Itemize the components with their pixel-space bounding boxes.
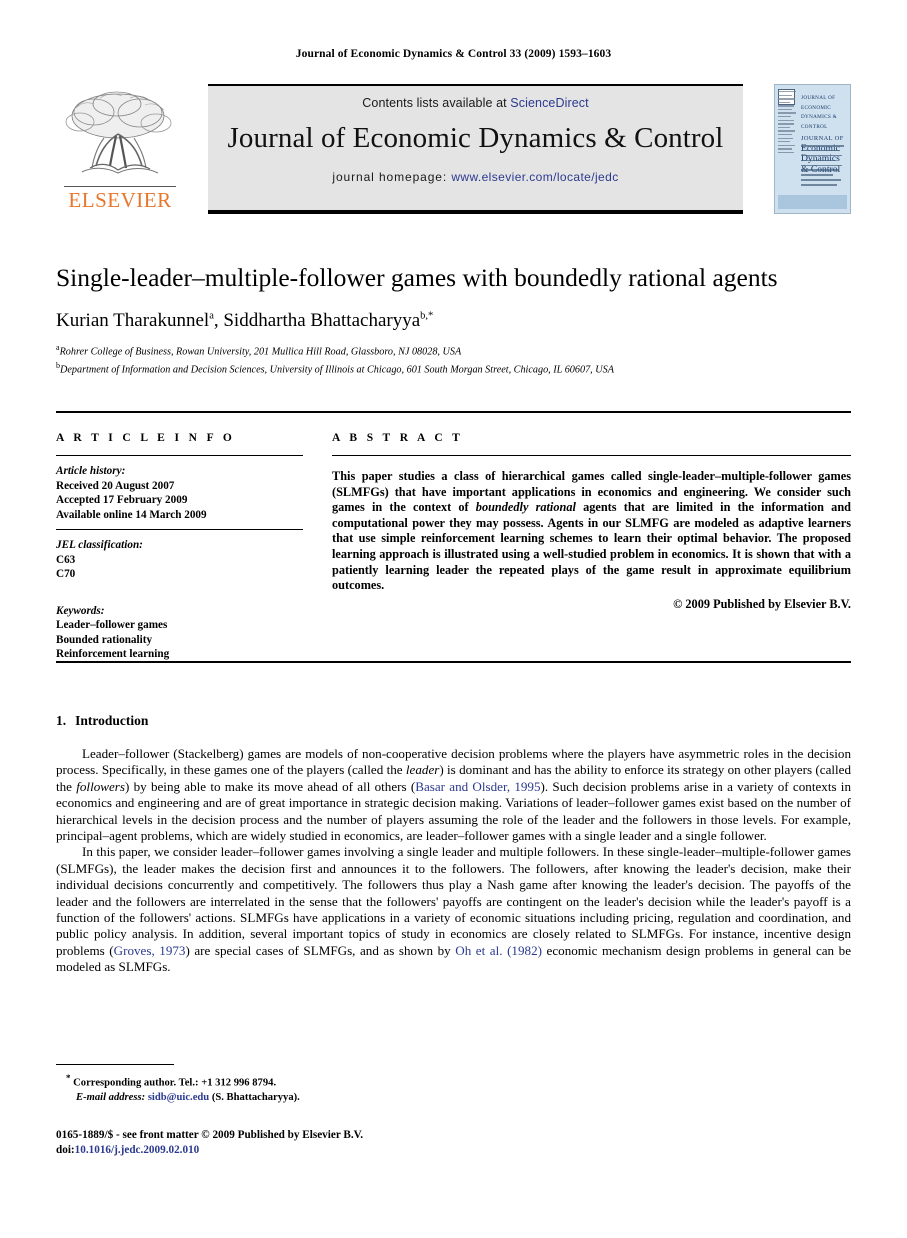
keywords-label: Keywords: [56, 604, 105, 617]
author-affiliation-marker-b[interactable]: b,* [420, 311, 433, 322]
cover-imprint-label: JOURNAL OF ECONOMIC DYNAMICS & CONTROL [801, 95, 838, 130]
front-matter-line: 0165-1889/$ - see front matter © 2009 Pu… [56, 1129, 364, 1141]
abstract-heading: A B S T R A C T [332, 432, 464, 444]
email-link[interactable]: sidb@uic.edu [148, 1092, 209, 1103]
contents-prefix-label: Contents lists available at [362, 96, 507, 110]
contents-available-line: Contents lists available at ScienceDirec… [208, 86, 743, 110]
elsevier-tree-icon [65, 91, 172, 174]
citation-link-groves[interactable]: Groves, 1973 [114, 943, 186, 958]
journal-banner: Contents lists available at ScienceDirec… [208, 84, 743, 214]
affiliation-list: aRohrer College of Business, Rowan Unive… [56, 341, 851, 377]
sciencedirect-link[interactable]: ScienceDirect [510, 96, 588, 110]
article-history-group: Article history: Received 20 August 2007… [56, 464, 303, 522]
keywords-group: Keywords: Leader–follower games Bounded … [56, 604, 303, 662]
p1-text-c: ) by being able to make its move ahead o… [125, 778, 416, 794]
body-paragraph-1: Leader–follower (Stackelberg) games are … [56, 746, 851, 844]
email-note: E-mail address: sidb@uic.edu (S. Bhattac… [56, 1091, 456, 1105]
p1-emphasis-followers: followers [76, 778, 125, 794]
keyword-item: Reinforcement learning [56, 648, 170, 660]
info-section-bottom-rule [56, 661, 851, 663]
keyword-item: Leader–follower games [56, 619, 168, 631]
elsevier-wordmark: ELSEVIER [68, 188, 172, 212]
elsevier-logo-rule [64, 186, 176, 187]
corresponding-author-text: Corresponding author. Tel.: +1 312 996 8… [73, 1077, 277, 1089]
article-info-heading-rule [56, 455, 303, 456]
footnote-block: * Corresponding author. Tel.: +1 312 996… [56, 1064, 456, 1105]
imprint-block: 0165-1889/$ - see front matter © 2009 Pu… [56, 1128, 556, 1157]
footnote-rule [56, 1064, 174, 1065]
abstract-heading-rule [332, 455, 851, 456]
history-received: Received 20 August 2007 [56, 479, 175, 492]
homepage-prefix-label: journal homepage: [332, 170, 448, 184]
citation-link-oh-et-al[interactable]: Oh et al. (1982) [455, 943, 542, 958]
body-paragraph-2: In this paper, we consider leader–follow… [56, 844, 851, 975]
keyword-item: Bounded rationality [56, 633, 153, 646]
article-history-label: Article history: [56, 465, 126, 477]
history-available-online: Available online 14 March 2009 [56, 508, 207, 521]
p1-emphasis-leader: leader [405, 762, 440, 778]
doi-link[interactable]: 10.1016/j.jedc.2009.02.010 [75, 1144, 200, 1156]
elsevier-logo: ELSEVIER [56, 86, 184, 214]
email-address-label: E-mail address: [76, 1091, 146, 1103]
affiliation-item: aRohrer College of Business, Rowan Unive… [56, 341, 851, 359]
email-owner-label: (S. Bhattacharyya). [211, 1091, 300, 1103]
citation-link-basar-olsder[interactable]: Basar and Olsder, 1995 [415, 779, 540, 794]
article-body: 1. Introduction Leader–follower (Stackelb… [56, 713, 851, 976]
corresponding-author-note: * Corresponding author. Tel.: +1 312 996… [56, 1071, 456, 1091]
section-heading-introduction: 1. Introduction [56, 713, 851, 729]
author-name-1: Kurian Tharakunnel [56, 310, 210, 331]
abstract-text: This paper studies a class of hierarchic… [332, 469, 851, 594]
p2-text-b: ) are special cases of SLMFGs, and as sh… [185, 942, 456, 958]
journal-homepage-link[interactable]: www.elsevier.com/locate/jedc [451, 170, 618, 184]
section-number: 1. [56, 713, 67, 728]
journal-homepage-line: journal homepage: www.elsevier.com/locat… [208, 170, 743, 184]
jel-code: C70 [56, 568, 76, 580]
doi-line: doi:10.1016/j.jedc.2009.02.010 [56, 1143, 556, 1158]
info-section-top-rule [56, 411, 851, 413]
journal-title: Journal of Economic Dynamics & Control [227, 122, 724, 154]
affiliation-text: Rohrer College of Business, Rowan Univer… [59, 346, 462, 358]
affiliation-item: bDepartment of Information and Decision … [56, 359, 851, 377]
article-page: Journal of Economic Dynamics & Control 3… [0, 0, 907, 1238]
title-block: Single-leader–multiple-follower games wi… [56, 262, 851, 377]
cover-footer-band [778, 195, 847, 209]
abstract-column: A B S T R A C T This paper studies a cla… [332, 432, 851, 612]
running-head: Journal of Economic Dynamics & Control 3… [295, 48, 612, 60]
footnote-marker: * [66, 1073, 71, 1083]
doi-label: doi: [56, 1143, 75, 1156]
jel-classification-label: JEL classification: [56, 539, 143, 551]
author-name-2: Siddhartha Bhattacharyya [223, 310, 421, 331]
jel-classification-group: JEL classification: C63 C70 [56, 538, 303, 582]
article-info-heading: A R T I C L E I N F O [56, 432, 236, 444]
abstract-emphasis: boundedly rational [475, 500, 576, 515]
paper-title: Single-leader–multiple-follower games wi… [56, 263, 778, 292]
section-title: Introduction [75, 713, 149, 728]
affiliation-text: Department of Information and Decision S… [60, 364, 614, 376]
journal-masthead: ELSEVIER Contents lists available at Sci… [56, 84, 851, 214]
cover-sidebar-lines [778, 91, 798, 183]
author-separator: , [213, 310, 224, 331]
article-history-rule [56, 529, 303, 530]
p2-text-a: In this paper, we consider leader–follow… [56, 844, 851, 958]
author-list: Kurian Tharakunnela, Siddhartha Bhattach… [56, 310, 851, 332]
cover-contents-lines [801, 145, 846, 189]
jel-code: C63 [56, 553, 76, 566]
article-info-column: A R T I C L E I N F O Article history: R… [56, 432, 303, 662]
history-accepted: Accepted 17 February 2009 [56, 494, 188, 506]
abstract-copyright: © 2009 Published by Elsevier B.V. [673, 596, 851, 611]
journal-cover-thumbnail: JOURNAL OF ECONOMIC DYNAMICS & CONTROL J… [774, 84, 851, 214]
